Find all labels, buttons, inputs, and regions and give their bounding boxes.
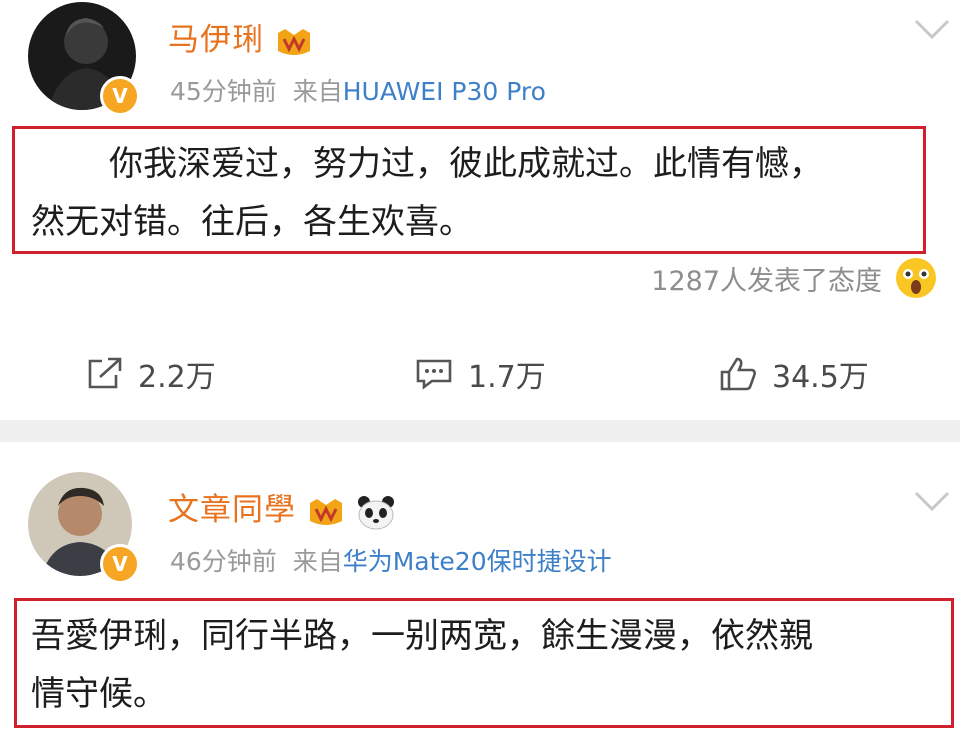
source-device[interactable]: 华为Mate20保时捷设计 [343, 547, 612, 576]
chevron-down-icon[interactable] [912, 488, 952, 514]
feed-divider [0, 420, 960, 442]
post-content-highlight: 吾愛伊琍，同行半路，一别两宽，餘生漫漫，依然親 情守候。 [14, 598, 954, 728]
post-content-line-1: 你我深爱过，努力过，彼此成就过。此情有憾， [109, 144, 823, 184]
post-content-line-2: 然无对错。往后，各生欢喜。 [31, 202, 473, 242]
like-icon [720, 357, 756, 391]
username-text[interactable]: 文章同學 [168, 492, 296, 528]
verified-badge-icon: V [100, 76, 140, 116]
reactions-summary[interactable]: 1287人发表了态度 [651, 256, 938, 300]
gold-member-badge-icon [309, 498, 342, 525]
gold-member-badge-icon [277, 28, 310, 55]
post-content-line-1: 吾愛伊琍，同行半路，一别两宽，餘生漫漫，依然親 [31, 616, 813, 656]
post-time: 45分钟前 [170, 77, 277, 106]
share-icon [88, 357, 122, 389]
post-time: 46分钟前 [170, 547, 277, 576]
post-meta: 46分钟前 来自华为Mate20保时捷设计 [170, 542, 612, 578]
like-count: 34.5万 [772, 360, 869, 395]
source-prefix: 来自 [292, 77, 343, 106]
share-button[interactable]: 2.2万 [86, 352, 216, 396]
weibo-post-1: V 马伊琍 45分钟前 来自HUAWEI P30 Pro 你我深爱过，努力过，彼… [0, 0, 960, 420]
source-device[interactable]: HUAWEI P30 Pro [343, 77, 546, 106]
panda-emoji-icon [357, 495, 394, 529]
action-bar: 2.2万 1.7万 34.5万 [0, 340, 960, 412]
verified-badge-icon: V [100, 544, 140, 584]
post-content-line-2: 情守候。 [31, 674, 167, 714]
post-meta: 45分钟前 来自HUAWEI P30 Pro [170, 72, 546, 108]
chevron-down-icon[interactable] [912, 16, 952, 42]
share-count: 2.2万 [138, 360, 216, 395]
like-button[interactable]: 34.5万 [718, 352, 869, 396]
comment-count: 1.7万 [468, 360, 546, 395]
comment-button[interactable]: 1.7万 [414, 352, 546, 396]
post-content-highlight: 你我深爱过，努力过，彼此成就过。此情有憾， 然无对错。往后，各生欢喜。 [12, 126, 926, 254]
source-prefix: 来自 [292, 547, 343, 576]
weibo-post-2: V 文章同學 46分钟前 来自华为Mate20保时捷设计 吾愛伊琍，同行半路，一… [0, 442, 960, 748]
username[interactable]: 马伊琍 [168, 14, 313, 59]
username[interactable]: 文章同學 [168, 484, 396, 530]
shocked-face-icon[interactable] [894, 256, 938, 300]
username-text[interactable]: 马伊琍 [168, 22, 264, 58]
reactions-text[interactable]: 1287人发表了态度 [651, 259, 882, 298]
comment-icon [416, 359, 452, 390]
